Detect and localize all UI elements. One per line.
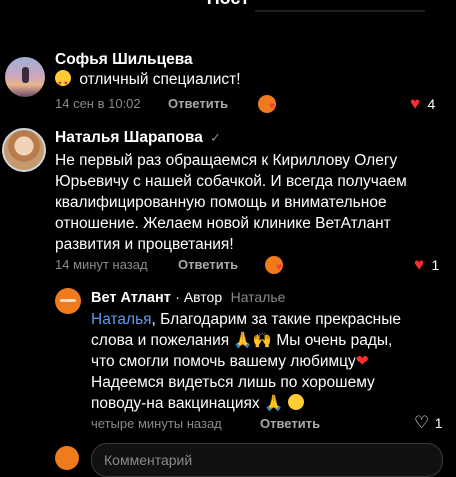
like-group[interactable]: ♥ 1	[414, 255, 439, 275]
reply-line: что смогли помочь вашему любимцу❤	[91, 351, 446, 372]
reply-line-4: Надеемся видеться лишь по хорошему	[91, 374, 375, 391]
like-count: 4	[427, 96, 436, 112]
reaction-icon[interactable]: ♥	[265, 256, 287, 276]
comment-author[interactable]: Софья Шильцева	[55, 51, 193, 69]
reply-line: Наталья, Благодарим за такие прекрасные	[91, 309, 446, 330]
avatar	[55, 446, 79, 470]
reaction-icon[interactable]: ♥	[258, 95, 280, 115]
comment-text: Не первый раз обращаемся к Кириллову Оле…	[55, 150, 450, 255]
comment-input-placeholder: Комментарий	[104, 452, 193, 468]
comment-line: развития и процветания!	[55, 236, 234, 253]
like-group[interactable]: ♡ 1	[414, 413, 443, 433]
comment-time: 14 сен в 10:02	[55, 96, 141, 111]
small-heart-icon: ♥	[269, 101, 275, 112]
verified-icon: ✓	[210, 130, 222, 145]
like-group[interactable]: ♥ 4	[410, 94, 435, 114]
heart-icon[interactable]: ♥	[410, 94, 420, 113]
reply-to: Наталье	[230, 289, 286, 305]
reply-author[interactable]: Вет Атлант	[91, 290, 171, 306]
heart-eyes-emoji-icon: ♥ ♥	[55, 70, 71, 87]
reply-line-3: что смогли помочь вашему любимцу	[91, 353, 356, 370]
reply-line-2: слова и пожелания 🙏🙌 Мы очень рады,	[91, 332, 393, 349]
mention-link[interactable]: Наталья	[91, 311, 152, 328]
heart-icon[interactable]: ♥	[414, 255, 424, 274]
heart-emoji-icon: ❤	[355, 353, 369, 370]
reply-button[interactable]: Ответить	[260, 416, 320, 431]
comment-text-content: отличный специалист!	[79, 71, 241, 88]
avatar-figure	[22, 67, 29, 83]
comment-text: ♥ ♥ отличный специалист!	[55, 69, 241, 90]
small-heart-icon: ♥	[276, 262, 282, 273]
reply-time: четыре минуты назад	[91, 416, 222, 431]
page-title: Пост	[0, 0, 456, 9]
like-count: 1	[431, 257, 440, 273]
reply-line-1: , Благодарим за такие прекрасные	[151, 311, 401, 328]
author-role: · Автор	[175, 289, 223, 305]
praying-hands-emoji-icon: 🙏	[263, 395, 284, 412]
avatar[interactable]	[2, 128, 46, 172]
comment-line: квалифицированную помощь и внимательное	[55, 194, 387, 211]
reply-button[interactable]: Ответить	[178, 257, 238, 272]
comment-line: отношение. Желаем новой клинике ВетАтлан…	[55, 215, 391, 232]
header-right-decor	[255, 10, 425, 12]
comment-line: Юрьевичу с нашей собачкой. И всегда полу…	[55, 173, 407, 190]
avatar[interactable]	[55, 288, 81, 314]
like-count: 1	[434, 415, 443, 431]
comment-time: 14 минут назад	[55, 257, 148, 272]
reply-text: Наталья, Благодарим за такие прекрасные …	[91, 309, 446, 414]
comment-author-name: Наталья Шарапова	[55, 129, 203, 146]
comment-line: Не первый раз обращаемся к Кириллову Оле…	[55, 152, 398, 169]
reply-line-5: поводу-на вакцинациях	[91, 395, 260, 412]
brand-logo-icon	[60, 299, 76, 302]
comment-author[interactable]: Наталья Шарапова ✓	[55, 129, 221, 147]
reply-button[interactable]: Ответить	[168, 96, 228, 111]
smile-emoji-icon	[287, 394, 304, 410]
comment-input-field[interactable]: Комментарий	[91, 443, 443, 477]
header: Пост	[0, 0, 456, 12]
reply-line: поводу-на вакцинациях 🙏	[91, 393, 446, 414]
reply-header: Вет Атлант · Автор Наталье	[91, 289, 285, 307]
avatar[interactable]	[5, 57, 45, 97]
heart-outline-icon[interactable]: ♡	[414, 413, 429, 432]
